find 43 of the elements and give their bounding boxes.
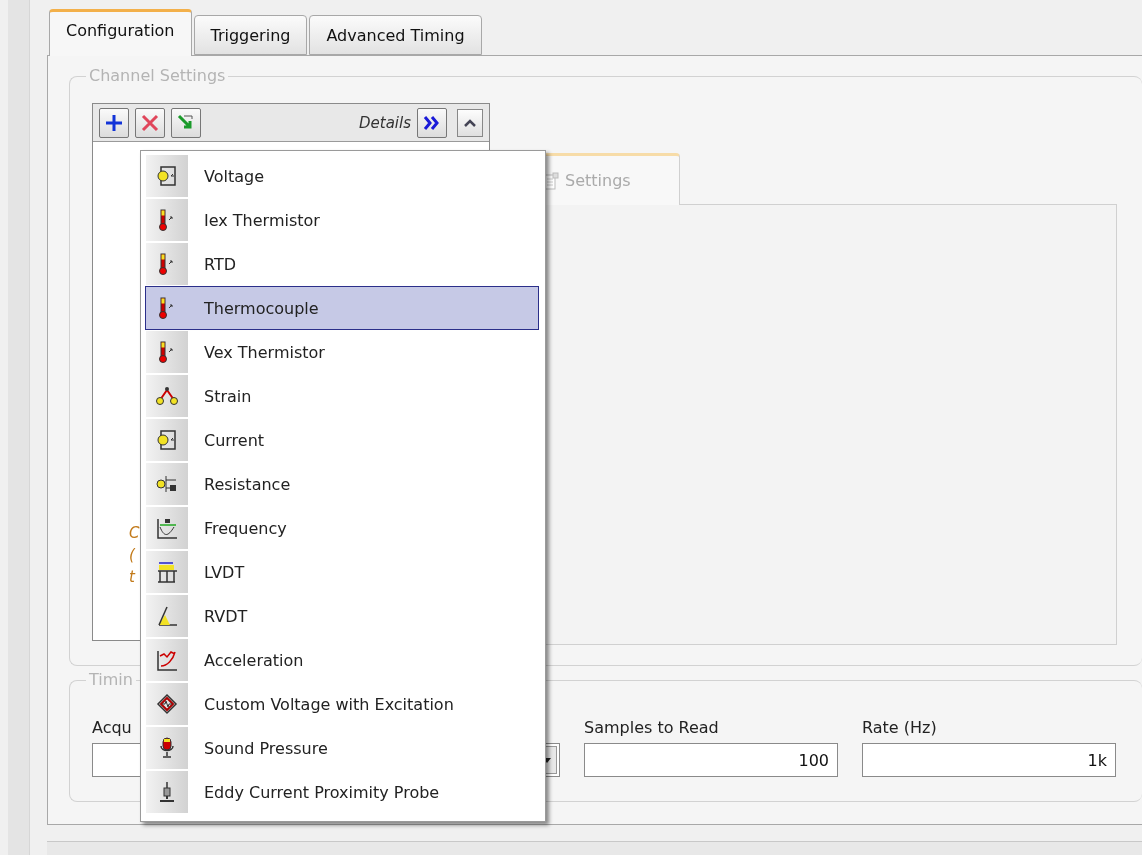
excitation-icon xyxy=(155,692,179,716)
menu-item[interactable]: Current xyxy=(145,418,539,462)
menu-item[interactable]: Custom Voltage with Excitation xyxy=(145,682,539,726)
menu-item[interactable]: Eddy Current Proximity Probe xyxy=(145,770,539,814)
details-label: Details xyxy=(359,113,411,132)
acceleration-icon xyxy=(155,648,179,672)
menu-item[interactable]: Resistance xyxy=(145,462,539,506)
remove-button[interactable] xyxy=(135,107,165,138)
field-label: Acqu xyxy=(92,718,133,737)
meter-icon xyxy=(155,428,179,452)
meter-icon xyxy=(155,164,179,188)
menu-item[interactable]: Frequency xyxy=(145,506,539,550)
group-title: Channel Settings xyxy=(86,66,229,86)
waveform-icon xyxy=(155,516,179,540)
close-icon xyxy=(140,112,160,133)
menu-item[interactable]: Sound Pressure xyxy=(145,726,539,770)
add-button[interactable] xyxy=(99,107,129,138)
lvdt-icon xyxy=(155,560,179,584)
expand-button[interactable] xyxy=(417,107,447,138)
menu-item[interactable]: Vex Thermistor xyxy=(145,330,539,374)
list-text: t xyxy=(129,567,135,588)
menu-item[interactable]: Thermocouple xyxy=(145,286,539,330)
tab[interactable]: Advanced Timing xyxy=(309,15,482,55)
caret-up-icon xyxy=(463,117,477,128)
input-field[interactable]: 100 xyxy=(584,743,838,777)
list-text: C xyxy=(129,523,140,544)
angle-icon xyxy=(155,604,179,628)
menu-item[interactable]: Acceleration xyxy=(145,638,539,682)
input-field[interactable]: 1k xyxy=(862,743,1116,777)
menu-item[interactable]: LVDT xyxy=(145,550,539,594)
field-label: Samples to Read xyxy=(584,718,720,737)
menu-item[interactable]: RVDT xyxy=(145,594,539,638)
arrow-button[interactable] xyxy=(171,107,201,138)
plus-icon xyxy=(104,112,124,133)
tab[interactable]: Configuration xyxy=(49,9,192,56)
field-label: Rate (Hz) xyxy=(862,718,938,737)
tab[interactable]: Triggering xyxy=(193,15,308,55)
scroll-up-button[interactable] xyxy=(457,108,483,137)
list-text: ( xyxy=(129,545,135,566)
strain-icon xyxy=(155,384,179,408)
menu-item[interactable]: Strain xyxy=(145,374,539,418)
menu-item[interactable]: RTD xyxy=(145,242,539,286)
settings-tab-label: Settings xyxy=(565,171,631,190)
